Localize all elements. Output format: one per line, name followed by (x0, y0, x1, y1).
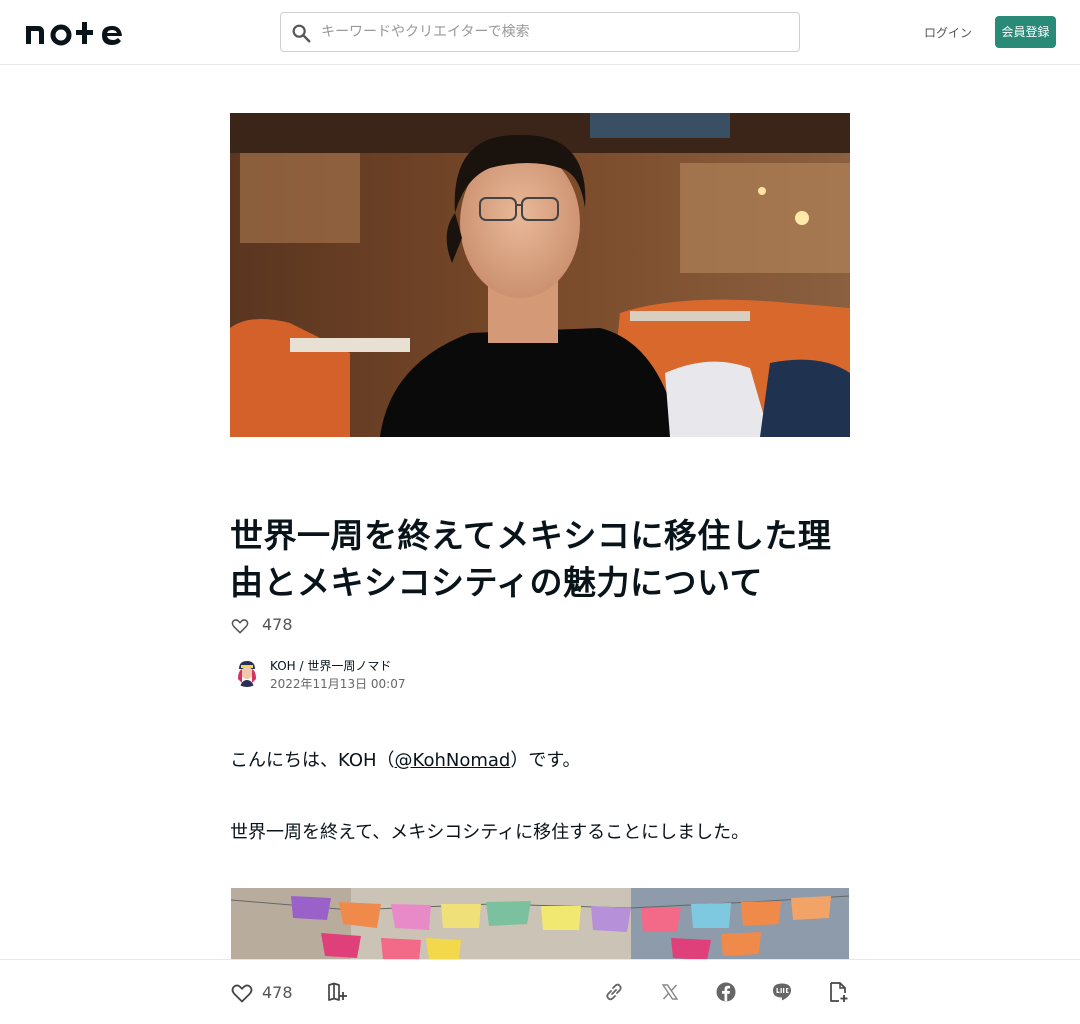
signup-button[interactable]: 会員登録 (995, 16, 1056, 48)
search-box[interactable] (280, 12, 800, 52)
like-count: 478 (262, 615, 293, 634)
publish-date: 2022年11月13日 00:07 (270, 677, 406, 691)
bottom-action-bar: 478 (0, 959, 1080, 1024)
note-add-icon[interactable] (826, 980, 850, 1004)
line-icon[interactable] (770, 980, 794, 1004)
paragraph: 世界一周を終えて、メキシコシティに移住することにしました。 (230, 822, 750, 843)
paragraph-text: こんにちは、KOH（ (230, 750, 395, 771)
article-title: 世界一周を終えてメキシコに移住した理由とメキシコシティの魅力について (230, 516, 832, 602)
author-block[interactable]: KOH / 世界一周ノマド 2022年11月13日 00:07 (230, 655, 630, 691)
site-header: ログイン 会員登録 (0, 0, 1080, 65)
login-link[interactable]: ログイン (922, 24, 974, 41)
avatar[interactable] (232, 657, 262, 687)
search-input[interactable] (321, 13, 791, 51)
heart-icon[interactable] (230, 981, 254, 1005)
paragraph: こんにちは、KOH（@KohNomad）です。 (230, 748, 581, 774)
facebook-icon[interactable] (714, 980, 738, 1004)
like-count: 478 (262, 983, 293, 1002)
link-icon[interactable] (602, 980, 626, 1004)
magazine-add-icon[interactable] (326, 980, 350, 1004)
note-logo[interactable] (24, 18, 124, 46)
x-icon[interactable] (658, 980, 682, 1004)
paragraph-text: ）です。 (510, 750, 581, 771)
search-icon (292, 24, 311, 43)
twitter-handle-link[interactable]: @KohNomad (395, 750, 511, 771)
hero-image (230, 113, 850, 437)
heart-icon[interactable] (230, 616, 250, 636)
author-name[interactable]: KOH / 世界一周ノマド (270, 657, 391, 674)
